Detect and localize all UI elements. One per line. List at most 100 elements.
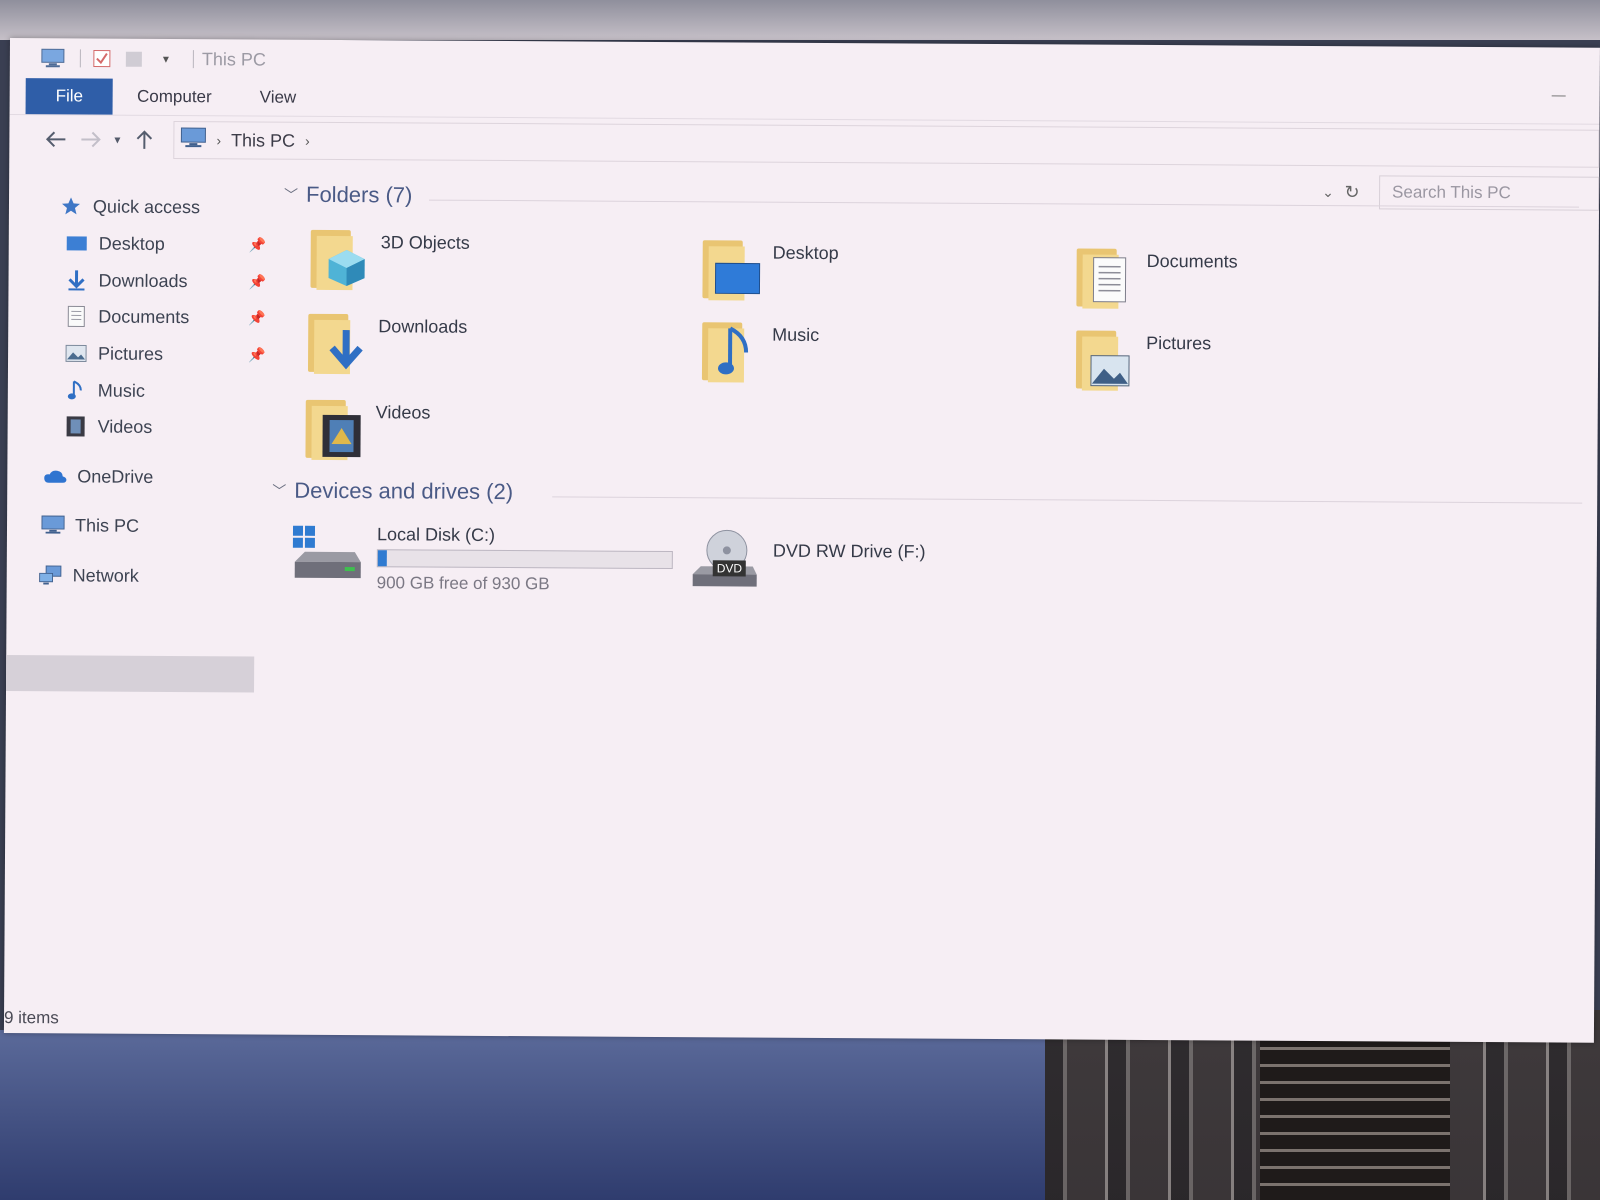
sidebar-item-onedrive[interactable]: OneDrive	[43, 461, 153, 492]
title-separator	[79, 49, 81, 68]
sidebar-item-downloads[interactable]: Downloads 📌	[64, 265, 266, 296]
picture-icon	[1072, 326, 1136, 391]
folder-3d-objects[interactable]: 3D Objects	[306, 226, 470, 291]
drive-info: DVD RW Drive (F:)	[773, 541, 926, 563]
desktop-icon	[65, 232, 89, 254]
drive-usage-fill	[377, 550, 388, 567]
download-icon	[64, 269, 88, 291]
forward-button[interactable]	[73, 122, 107, 156]
title-separator-2	[192, 50, 194, 69]
sidebar-item-videos[interactable]: Videos	[64, 411, 153, 442]
folder-label: Desktop	[772, 242, 839, 264]
item-count: 9 items	[3, 1007, 59, 1028]
drives-group-header[interactable]: ﹀ Devices and drives (2)	[272, 478, 513, 505]
sidebar-item-pictures[interactable]: Pictures 📌	[64, 338, 266, 369]
computer-icon[interactable]	[40, 47, 66, 69]
sidebar-item-label: Network	[72, 564, 139, 586]
pin-icon[interactable]: 📌	[249, 236, 267, 253]
music-icon	[698, 318, 762, 383]
computer-icon	[180, 127, 206, 154]
pin-icon[interactable]: 📌	[248, 273, 266, 290]
address-bar[interactable]: › This PC ›	[173, 121, 1600, 168]
sidebar-item-label: Quick access	[92, 196, 201, 217]
star-icon	[59, 195, 83, 217]
chevron-right-icon[interactable]: ›	[216, 132, 221, 148]
new-folder-icon[interactable]	[121, 48, 147, 70]
folder-pictures[interactable]: Pictures	[1072, 326, 1211, 391]
sidebar-item-network[interactable]: Network	[39, 560, 139, 591]
sidebar-item-music[interactable]: Music	[64, 375, 145, 405]
3d-cube-icon	[306, 226, 370, 291]
tab-computer[interactable]: Computer	[113, 79, 236, 116]
drive-info: Local Disk (C:) 900 GB free of 930 GB	[377, 524, 673, 595]
music-icon	[64, 379, 88, 401]
navigation-bar: ▾ › This PC ›	[9, 113, 1600, 173]
window-title: This PC	[201, 48, 266, 70]
folder-desktop[interactable]: Desktop	[698, 236, 839, 301]
sidebar-item-desktop[interactable]: Desktop 📌	[65, 228, 267, 259]
tab-view[interactable]: View	[236, 79, 321, 116]
network-icon	[39, 564, 63, 586]
sidebar-item-label: Downloads	[98, 270, 188, 291]
folder-label: Downloads	[378, 316, 468, 337]
sidebar-item-this-pc[interactable]: This PC	[41, 510, 139, 541]
dvd-badge: DVD	[712, 560, 747, 577]
sidebar-item-label: Desktop	[98, 233, 165, 254]
pin-icon[interactable]: 📌	[248, 309, 266, 326]
folder-label: Videos	[375, 402, 431, 423]
drive-label: DVD RW Drive (F:)	[772, 540, 926, 562]
drive-dvd-rw-f[interactable]: DVD DVD RW Drive (F:)	[691, 526, 926, 591]
folder-label: Music	[772, 324, 820, 345]
sidebar-item-label: Documents	[98, 306, 190, 327]
chevron-down-icon[interactable]: ﹀	[272, 481, 286, 501]
navigation-pane: Quick access Desktop 📌 Downloads 📌 Docum…	[4, 188, 266, 990]
drive-free-space: 900 GB free of 930 GB	[376, 573, 550, 594]
pin-icon[interactable]: 📌	[248, 346, 266, 363]
sidebar-item-quick-access[interactable]: Quick access	[59, 191, 200, 222]
sidebar-item-label: Pictures	[98, 343, 164, 364]
document-icon	[1072, 244, 1136, 309]
sidebar-item-label: Music	[97, 380, 145, 401]
sidebar-item-label: Videos	[97, 416, 153, 437]
properties-icon[interactable]	[89, 47, 115, 69]
folders-header-label: Folders (7)	[305, 181, 413, 208]
refresh-icon[interactable]: ↻	[1339, 182, 1365, 203]
back-button[interactable]	[39, 122, 73, 156]
breadcrumb-this-pc[interactable]: This PC	[231, 130, 295, 151]
up-button[interactable]	[127, 123, 161, 157]
dvd-drive-icon: DVD	[691, 526, 759, 590]
folder-videos[interactable]: Videos	[301, 396, 430, 461]
file-explorer-window: ▾ This PC File Computer View ▾ › This PC…	[3, 38, 1600, 1043]
folder-label: Pictures	[1146, 332, 1212, 354]
chevron-right-icon[interactable]: ›	[305, 133, 310, 149]
download-icon	[304, 310, 368, 375]
document-icon	[64, 305, 88, 327]
sidebar-item-label: This PC	[74, 514, 140, 536]
recent-locations-button[interactable]: ▾	[107, 123, 127, 157]
selected-highlight	[6, 654, 255, 693]
drive-local-disk-c[interactable]: Local Disk (C:) 900 GB free of 930 GB	[291, 524, 673, 595]
chevron-down-icon[interactable]: ﹀	[284, 185, 298, 205]
hard-disk-icon	[291, 524, 363, 588]
video-icon	[301, 396, 365, 461]
picture-icon	[64, 342, 88, 364]
desktop-wallpaper-detail	[1260, 1030, 1450, 1200]
tab-file[interactable]: File	[25, 78, 114, 115]
minimize-button[interactable]	[1551, 95, 1566, 97]
sidebar-item-label: OneDrive	[77, 465, 154, 487]
drive-usage-bar	[376, 549, 673, 570]
customize-toolbar-icon[interactable]: ▾	[153, 48, 179, 70]
photo-backdrop-top	[0, 0, 1600, 40]
chevron-down-icon[interactable]: ⌄	[1317, 183, 1339, 200]
folder-music[interactable]: Music	[698, 318, 819, 383]
folders-group-header[interactable]: ﹀ Folders (7)	[284, 181, 413, 209]
drive-label: Local Disk (C:)	[376, 524, 496, 545]
folder-documents[interactable]: Documents	[1072, 244, 1238, 309]
folder-label: 3D Objects	[380, 232, 470, 253]
desktop-icon	[698, 236, 762, 301]
folder-downloads[interactable]: Downloads	[304, 310, 467, 375]
video-icon	[64, 415, 88, 437]
computer-icon	[41, 514, 65, 536]
cloud-icon	[43, 465, 67, 487]
sidebar-item-documents[interactable]: Documents 📌	[64, 301, 266, 332]
